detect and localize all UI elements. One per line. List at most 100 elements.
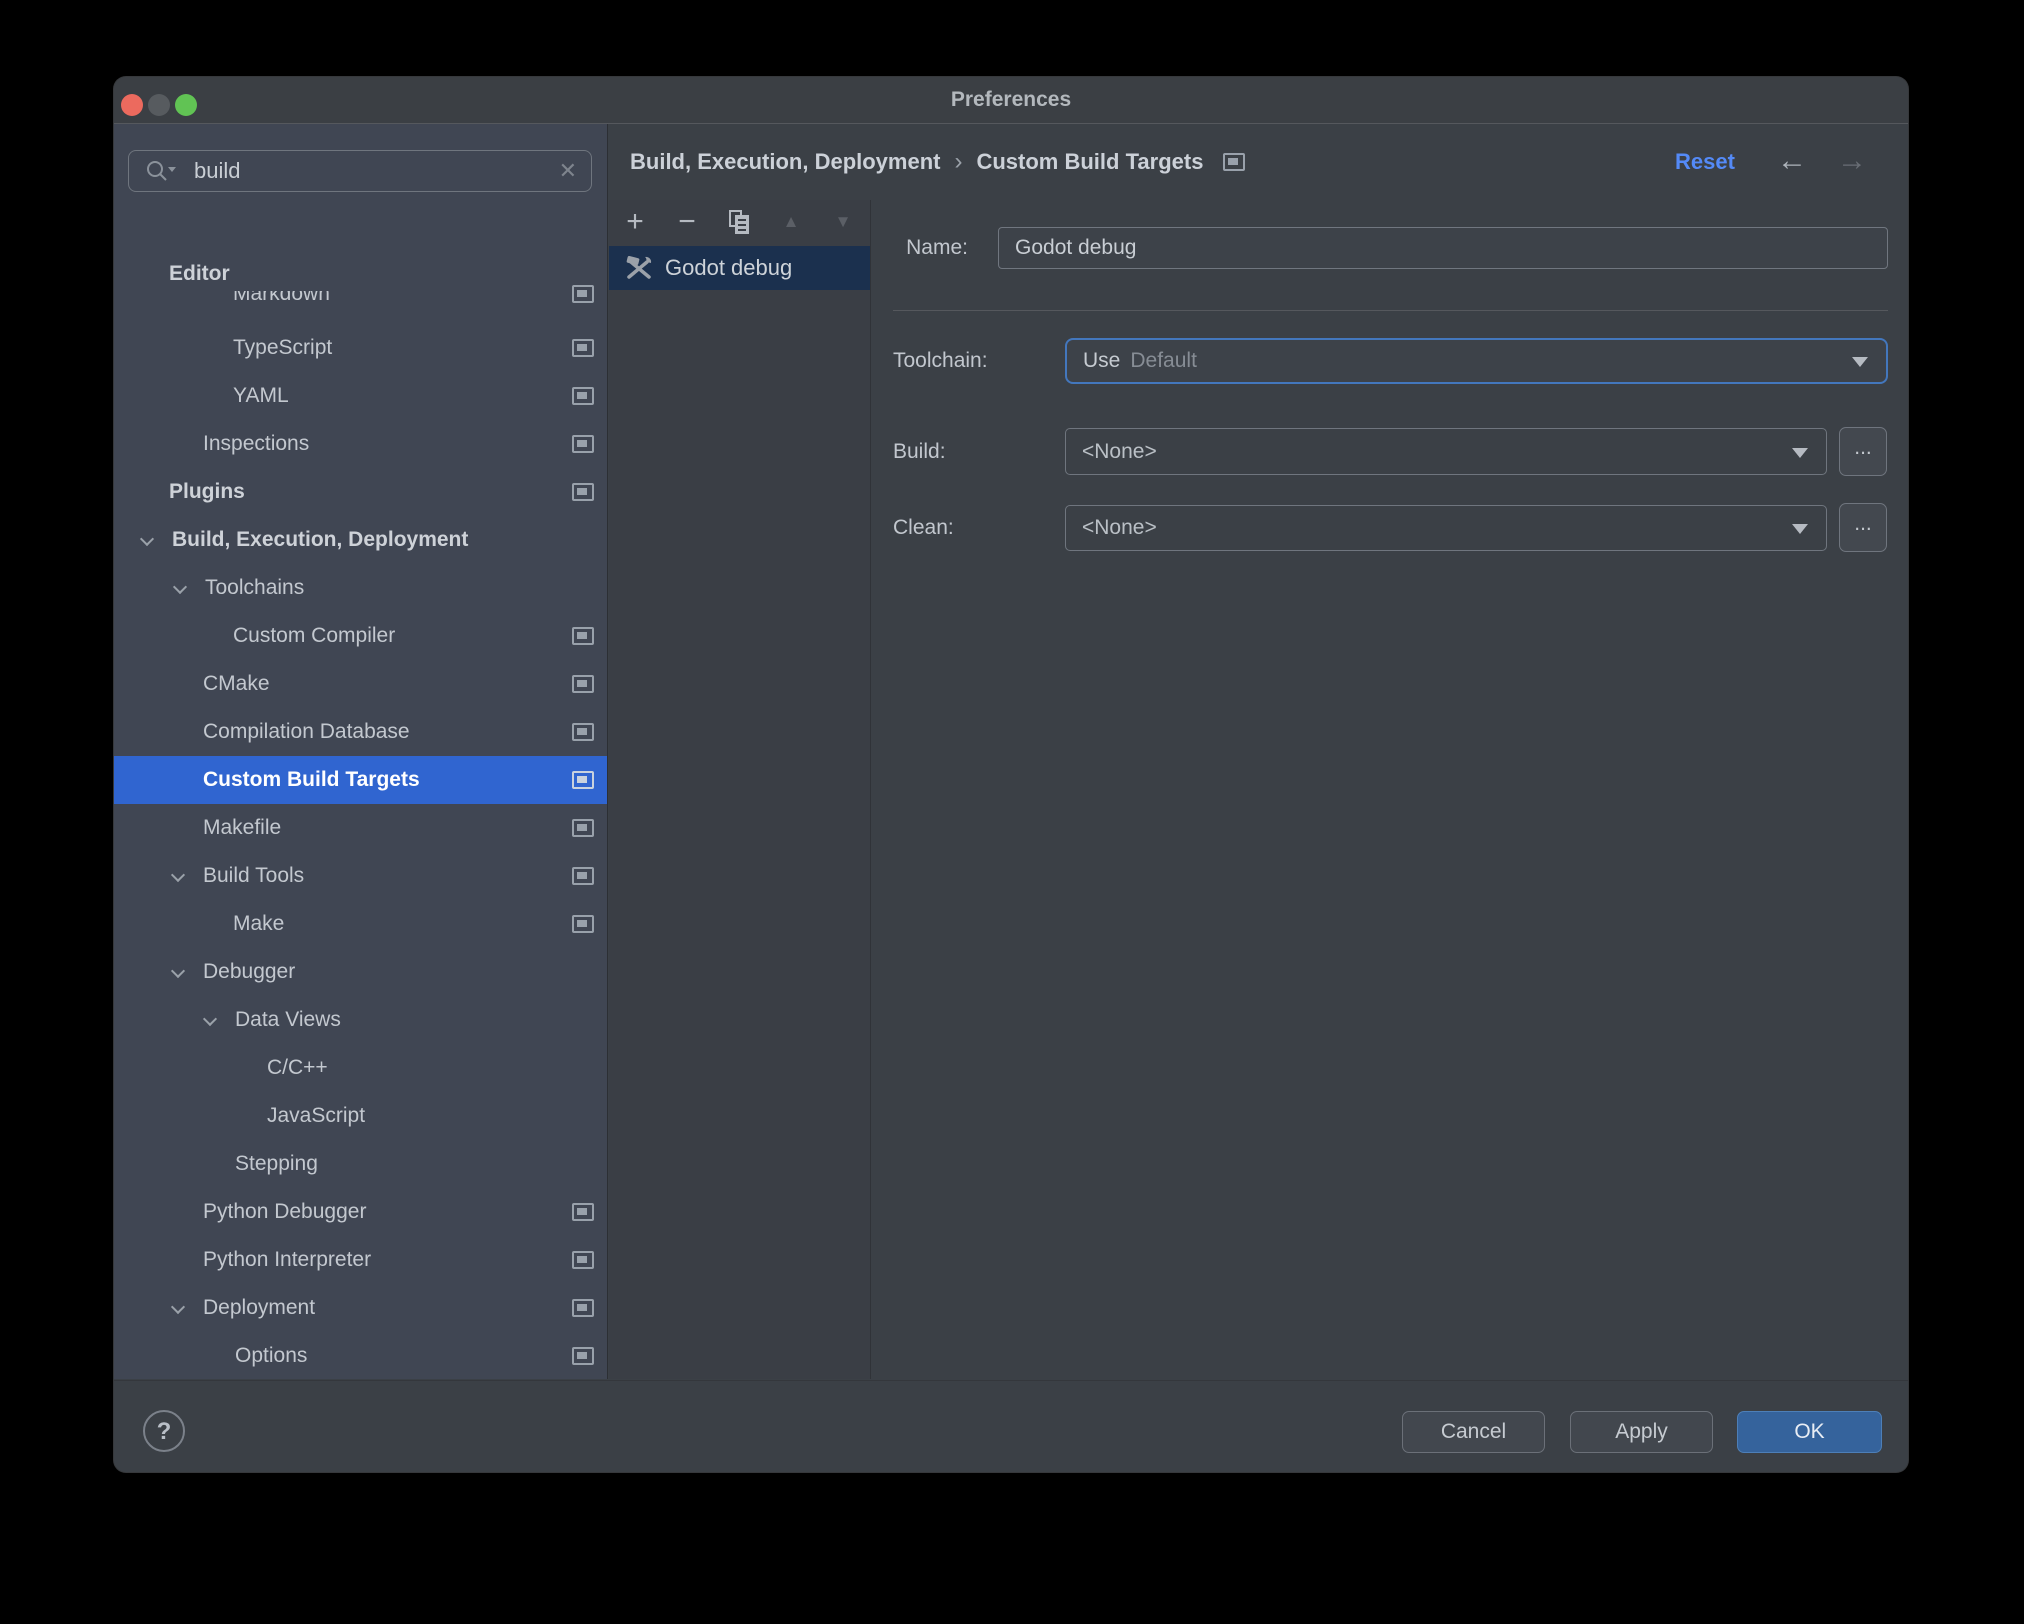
screen-indicator-icon <box>572 867 594 885</box>
screen-indicator-icon <box>572 1347 594 1365</box>
back-arrow-icon[interactable]: ← <box>1777 124 1807 198</box>
breadcrumb-separator-icon: › <box>954 148 963 175</box>
sidebar-item-data-views[interactable]: Data Views <box>114 996 607 1044</box>
breadcrumb-parent[interactable]: Build, Execution, Deployment <box>630 149 940 175</box>
sidebar-item-compilation-database[interactable]: Compilation Database <box>114 708 607 756</box>
build-browse-button[interactable]: ... <box>1839 427 1887 476</box>
sidebar-item-deployment[interactable]: Deployment <box>114 1284 607 1332</box>
target-list-item-godot-debug[interactable]: Godot debug <box>609 246 870 290</box>
sidebar-item-label: Build Tools <box>203 864 305 887</box>
sidebar-item-label: Deployment <box>203 1296 316 1319</box>
clean-value: <None> <box>1082 516 1157 539</box>
screen-indicator-icon <box>572 723 594 741</box>
sidebar-item-label: Compilation Database <box>203 720 410 743</box>
help-button[interactable]: ? <box>143 1410 185 1452</box>
toolchain-value: Default <box>1130 349 1197 372</box>
sidebar-item-label: Makefile <box>203 816 282 839</box>
settings-content: Build, Execution, Deployment › Custom Bu… <box>609 124 1908 1379</box>
screen-indicator-icon <box>572 285 594 303</box>
sidebar-item-label: Options <box>235 1344 308 1367</box>
sidebar-item-options[interactable]: Options <box>114 1332 607 1379</box>
duplicate-button[interactable] <box>713 200 765 244</box>
sidebar-item-label: TypeScript <box>233 336 333 359</box>
build-select[interactable]: <None> <box>1065 428 1827 475</box>
clean-browse-button[interactable]: ... <box>1839 503 1887 552</box>
sidebar-item-toolchains[interactable]: Toolchains <box>114 564 607 612</box>
chevron-down-icon[interactable] <box>202 1011 218 1027</box>
chevron-down-icon[interactable] <box>170 867 186 883</box>
sidebar-item-inspections[interactable]: Inspections <box>114 420 607 468</box>
screen-indicator-icon <box>572 675 594 693</box>
breadcrumb-current: Custom Build Targets <box>976 149 1204 174</box>
sidebar-item-stepping[interactable]: Stepping <box>114 1140 607 1188</box>
sidebar-item-label: Debugger <box>203 960 296 983</box>
sidebar-item-python-interpreter[interactable]: Python Interpreter <box>114 1236 607 1284</box>
sidebar-item-debugger[interactable]: Debugger <box>114 948 607 996</box>
screen-indicator-icon <box>572 1251 594 1269</box>
chevron-down-icon[interactable] <box>172 579 188 595</box>
sidebar-item-javascript[interactable]: JavaScript <box>114 1092 607 1140</box>
build-targets-list-panel: + − ▲ ▼ Godot debug <box>609 200 871 1379</box>
sidebar-item-yaml[interactable]: YAML <box>114 372 607 420</box>
sidebar-item-python-debugger[interactable]: Python Debugger <box>114 1188 607 1236</box>
sidebar-item-label: Inspections <box>203 432 310 455</box>
build-label: Build: <box>893 440 946 463</box>
build-value: <None> <box>1082 439 1157 463</box>
name-input[interactable] <box>998 227 1888 269</box>
screen-indicator-icon <box>572 915 594 933</box>
clean-select[interactable]: <None> <box>1065 505 1827 551</box>
sidebar-item-custom-build-targets[interactable]: Custom Build Targets <box>114 756 607 804</box>
toolchain-use-prefix: Use <box>1083 349 1121 372</box>
sidebar-group-editor[interactable]: Editor <box>114 259 554 291</box>
chevron-down-icon <box>1792 524 1808 534</box>
cancel-button[interactable]: Cancel <box>1402 1411 1545 1453</box>
chevron-down-icon[interactable] <box>170 963 186 979</box>
sidebar-item-label: Toolchains <box>205 576 305 599</box>
sidebar-item-label: Stepping <box>235 1152 318 1175</box>
form-separator <box>893 310 1888 311</box>
sidebar-item-label: YAML <box>233 384 289 407</box>
reset-link[interactable]: Reset <box>1675 124 1735 200</box>
toolchain-label: Toolchain: <box>893 349 988 372</box>
chevron-down-icon[interactable] <box>170 1299 186 1315</box>
chevron-down-icon <box>1852 357 1868 367</box>
screen-indicator-icon <box>572 1203 594 1221</box>
settings-sidebar: ✕ MarkdownTypeScriptYAMLInspectionsPlugi… <box>114 124 608 1379</box>
ok-button[interactable]: OK <box>1737 1411 1882 1453</box>
sidebar-item-label: Python Debugger <box>203 1200 367 1223</box>
title-bar: Preferences <box>114 77 1908 124</box>
forward-arrow-icon: → <box>1837 144 1867 177</box>
sidebar-item-build-tools[interactable]: Build Tools <box>114 852 607 900</box>
dialog-footer: ? Cancel Apply OK <box>114 1380 1908 1472</box>
apply-button[interactable]: Apply <box>1570 1411 1713 1453</box>
chevron-down-icon <box>1792 447 1808 458</box>
sidebar-item-label: Make <box>233 912 285 935</box>
screen-indicator-icon <box>572 1299 594 1317</box>
remove-button[interactable]: − <box>661 200 713 244</box>
copy-icon <box>729 210 749 234</box>
screen-indicator-icon <box>572 627 594 645</box>
sidebar-item-makefile[interactable]: Makefile <box>114 804 607 852</box>
sidebar-item-label: Data Views <box>235 1008 341 1031</box>
add-button[interactable]: + <box>609 200 661 244</box>
sidebar-item-label: Custom Build Targets <box>203 768 420 791</box>
sidebar-item-build-execution-deployment[interactable]: Build, Execution, Deployment <box>114 516 607 564</box>
screen-indicator-icon <box>572 819 594 837</box>
list-toolbar: + − ▲ ▼ <box>609 200 870 244</box>
sidebar-item-label: CMake <box>203 672 270 695</box>
toolchain-select[interactable]: Use Default <box>1065 338 1888 384</box>
screen-indicator-icon <box>572 339 594 357</box>
sidebar-item-plugins[interactable]: Plugins <box>114 468 607 516</box>
screen-indicator-icon <box>572 435 594 453</box>
name-label: Name: <box>906 236 968 259</box>
sidebar-item-custom-compiler[interactable]: Custom Compiler <box>114 612 607 660</box>
sidebar-item-make[interactable]: Make <box>114 900 607 948</box>
sidebar-item-c-c[interactable]: C/C++ <box>114 1044 607 1092</box>
sidebar-item-typescript[interactable]: TypeScript <box>114 324 607 372</box>
sidebar-item-cmake[interactable]: CMake <box>114 660 607 708</box>
sidebar-item-label: C/C++ <box>267 1056 328 1079</box>
move-up-button: ▲ <box>782 212 800 231</box>
chevron-down-icon[interactable] <box>139 531 155 547</box>
breadcrumb-bar: Build, Execution, Deployment › Custom Bu… <box>609 124 1908 200</box>
window-title: Preferences <box>950 88 1072 111</box>
